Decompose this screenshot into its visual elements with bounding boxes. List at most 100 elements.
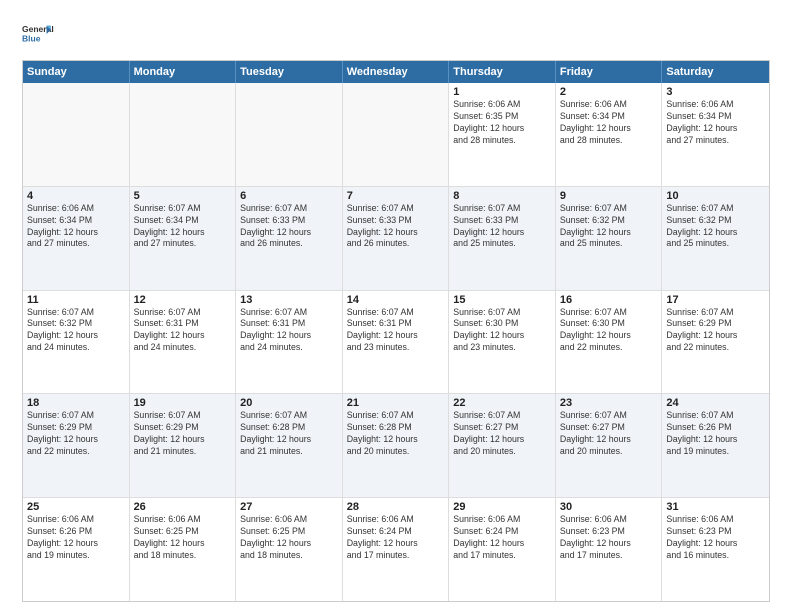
- day-cell-6: 6Sunrise: 6:07 AM Sunset: 6:33 PM Daylig…: [236, 187, 343, 290]
- header-day-saturday: Saturday: [662, 61, 769, 83]
- day-number: 29: [453, 501, 551, 513]
- day-cell-27: 27Sunrise: 6:06 AM Sunset: 6:25 PM Dayli…: [236, 498, 343, 601]
- day-info: Sunrise: 6:06 AM Sunset: 6:25 PM Dayligh…: [240, 514, 338, 562]
- day-info: Sunrise: 6:07 AM Sunset: 6:31 PM Dayligh…: [134, 307, 232, 355]
- day-cell-18: 18Sunrise: 6:07 AM Sunset: 6:29 PM Dayli…: [23, 394, 130, 497]
- day-cell-13: 13Sunrise: 6:07 AM Sunset: 6:31 PM Dayli…: [236, 291, 343, 394]
- day-number: 2: [560, 86, 658, 98]
- day-number: 14: [347, 294, 445, 306]
- calendar-row-1: 4Sunrise: 6:06 AM Sunset: 6:34 PM Daylig…: [23, 187, 769, 291]
- empty-cell: [343, 83, 450, 186]
- day-number: 10: [666, 190, 765, 202]
- day-number: 25: [27, 501, 125, 513]
- day-cell-22: 22Sunrise: 6:07 AM Sunset: 6:27 PM Dayli…: [449, 394, 556, 497]
- day-info: Sunrise: 6:07 AM Sunset: 6:28 PM Dayligh…: [347, 410, 445, 458]
- logo-icon: GeneralBlue: [22, 18, 54, 50]
- day-info: Sunrise: 6:07 AM Sunset: 6:32 PM Dayligh…: [27, 307, 125, 355]
- day-number: 7: [347, 190, 445, 202]
- day-info: Sunrise: 6:07 AM Sunset: 6:33 PM Dayligh…: [240, 203, 338, 251]
- page: GeneralBlue SundayMondayTuesdayWednesday…: [0, 0, 792, 612]
- day-info: Sunrise: 6:07 AM Sunset: 6:31 PM Dayligh…: [347, 307, 445, 355]
- day-cell-21: 21Sunrise: 6:07 AM Sunset: 6:28 PM Dayli…: [343, 394, 450, 497]
- day-number: 11: [27, 294, 125, 306]
- day-number: 26: [134, 501, 232, 513]
- day-info: Sunrise: 6:07 AM Sunset: 6:26 PM Dayligh…: [666, 410, 765, 458]
- day-cell-28: 28Sunrise: 6:06 AM Sunset: 6:24 PM Dayli…: [343, 498, 450, 601]
- day-number: 6: [240, 190, 338, 202]
- day-cell-30: 30Sunrise: 6:06 AM Sunset: 6:23 PM Dayli…: [556, 498, 663, 601]
- day-number: 31: [666, 501, 765, 513]
- day-cell-5: 5Sunrise: 6:07 AM Sunset: 6:34 PM Daylig…: [130, 187, 237, 290]
- day-info: Sunrise: 6:06 AM Sunset: 6:34 PM Dayligh…: [560, 99, 658, 147]
- day-info: Sunrise: 6:06 AM Sunset: 6:34 PM Dayligh…: [27, 203, 125, 251]
- calendar-row-0: 1Sunrise: 6:06 AM Sunset: 6:35 PM Daylig…: [23, 83, 769, 187]
- day-info: Sunrise: 6:07 AM Sunset: 6:28 PM Dayligh…: [240, 410, 338, 458]
- day-info: Sunrise: 6:07 AM Sunset: 6:29 PM Dayligh…: [27, 410, 125, 458]
- day-cell-1: 1Sunrise: 6:06 AM Sunset: 6:35 PM Daylig…: [449, 83, 556, 186]
- day-cell-2: 2Sunrise: 6:06 AM Sunset: 6:34 PM Daylig…: [556, 83, 663, 186]
- day-info: Sunrise: 6:06 AM Sunset: 6:23 PM Dayligh…: [560, 514, 658, 562]
- day-number: 23: [560, 397, 658, 409]
- calendar-row-2: 11Sunrise: 6:07 AM Sunset: 6:32 PM Dayli…: [23, 291, 769, 395]
- day-cell-4: 4Sunrise: 6:06 AM Sunset: 6:34 PM Daylig…: [23, 187, 130, 290]
- empty-cell: [23, 83, 130, 186]
- day-info: Sunrise: 6:06 AM Sunset: 6:34 PM Dayligh…: [666, 99, 765, 147]
- day-number: 1: [453, 86, 551, 98]
- calendar-header: SundayMondayTuesdayWednesdayThursdayFrid…: [23, 61, 769, 83]
- day-info: Sunrise: 6:07 AM Sunset: 6:34 PM Dayligh…: [134, 203, 232, 251]
- header-day-friday: Friday: [556, 61, 663, 83]
- day-cell-15: 15Sunrise: 6:07 AM Sunset: 6:30 PM Dayli…: [449, 291, 556, 394]
- day-cell-16: 16Sunrise: 6:07 AM Sunset: 6:30 PM Dayli…: [556, 291, 663, 394]
- day-number: 15: [453, 294, 551, 306]
- day-number: 3: [666, 86, 765, 98]
- day-cell-9: 9Sunrise: 6:07 AM Sunset: 6:32 PM Daylig…: [556, 187, 663, 290]
- day-number: 18: [27, 397, 125, 409]
- day-cell-3: 3Sunrise: 6:06 AM Sunset: 6:34 PM Daylig…: [662, 83, 769, 186]
- day-info: Sunrise: 6:07 AM Sunset: 6:33 PM Dayligh…: [453, 203, 551, 251]
- empty-cell: [236, 83, 343, 186]
- day-info: Sunrise: 6:07 AM Sunset: 6:33 PM Dayligh…: [347, 203, 445, 251]
- day-number: 19: [134, 397, 232, 409]
- day-cell-26: 26Sunrise: 6:06 AM Sunset: 6:25 PM Dayli…: [130, 498, 237, 601]
- day-info: Sunrise: 6:06 AM Sunset: 6:26 PM Dayligh…: [27, 514, 125, 562]
- day-number: 8: [453, 190, 551, 202]
- day-number: 20: [240, 397, 338, 409]
- header: GeneralBlue: [22, 18, 770, 50]
- day-cell-8: 8Sunrise: 6:07 AM Sunset: 6:33 PM Daylig…: [449, 187, 556, 290]
- day-info: Sunrise: 6:07 AM Sunset: 6:30 PM Dayligh…: [560, 307, 658, 355]
- calendar-body: 1Sunrise: 6:06 AM Sunset: 6:35 PM Daylig…: [23, 83, 769, 601]
- day-cell-11: 11Sunrise: 6:07 AM Sunset: 6:32 PM Dayli…: [23, 291, 130, 394]
- day-number: 21: [347, 397, 445, 409]
- header-day-wednesday: Wednesday: [343, 61, 450, 83]
- calendar-row-4: 25Sunrise: 6:06 AM Sunset: 6:26 PM Dayli…: [23, 498, 769, 601]
- day-info: Sunrise: 6:06 AM Sunset: 6:24 PM Dayligh…: [453, 514, 551, 562]
- day-info: Sunrise: 6:07 AM Sunset: 6:27 PM Dayligh…: [560, 410, 658, 458]
- day-info: Sunrise: 6:06 AM Sunset: 6:23 PM Dayligh…: [666, 514, 765, 562]
- day-number: 16: [560, 294, 658, 306]
- day-info: Sunrise: 6:06 AM Sunset: 6:35 PM Dayligh…: [453, 99, 551, 147]
- day-info: Sunrise: 6:07 AM Sunset: 6:29 PM Dayligh…: [134, 410, 232, 458]
- header-day-sunday: Sunday: [23, 61, 130, 83]
- day-info: Sunrise: 6:07 AM Sunset: 6:32 PM Dayligh…: [666, 203, 765, 251]
- day-number: 4: [27, 190, 125, 202]
- day-number: 30: [560, 501, 658, 513]
- day-number: 13: [240, 294, 338, 306]
- calendar: SundayMondayTuesdayWednesdayThursdayFrid…: [22, 60, 770, 602]
- day-cell-7: 7Sunrise: 6:07 AM Sunset: 6:33 PM Daylig…: [343, 187, 450, 290]
- day-cell-31: 31Sunrise: 6:06 AM Sunset: 6:23 PM Dayli…: [662, 498, 769, 601]
- day-number: 22: [453, 397, 551, 409]
- empty-cell: [130, 83, 237, 186]
- day-info: Sunrise: 6:06 AM Sunset: 6:24 PM Dayligh…: [347, 514, 445, 562]
- day-cell-24: 24Sunrise: 6:07 AM Sunset: 6:26 PM Dayli…: [662, 394, 769, 497]
- day-cell-23: 23Sunrise: 6:07 AM Sunset: 6:27 PM Dayli…: [556, 394, 663, 497]
- day-cell-25: 25Sunrise: 6:06 AM Sunset: 6:26 PM Dayli…: [23, 498, 130, 601]
- day-number: 28: [347, 501, 445, 513]
- day-cell-10: 10Sunrise: 6:07 AM Sunset: 6:32 PM Dayli…: [662, 187, 769, 290]
- day-number: 17: [666, 294, 765, 306]
- day-info: Sunrise: 6:07 AM Sunset: 6:30 PM Dayligh…: [453, 307, 551, 355]
- day-cell-17: 17Sunrise: 6:07 AM Sunset: 6:29 PM Dayli…: [662, 291, 769, 394]
- day-cell-12: 12Sunrise: 6:07 AM Sunset: 6:31 PM Dayli…: [130, 291, 237, 394]
- logo: GeneralBlue: [22, 18, 54, 50]
- svg-text:Blue: Blue: [22, 33, 41, 43]
- day-info: Sunrise: 6:06 AM Sunset: 6:25 PM Dayligh…: [134, 514, 232, 562]
